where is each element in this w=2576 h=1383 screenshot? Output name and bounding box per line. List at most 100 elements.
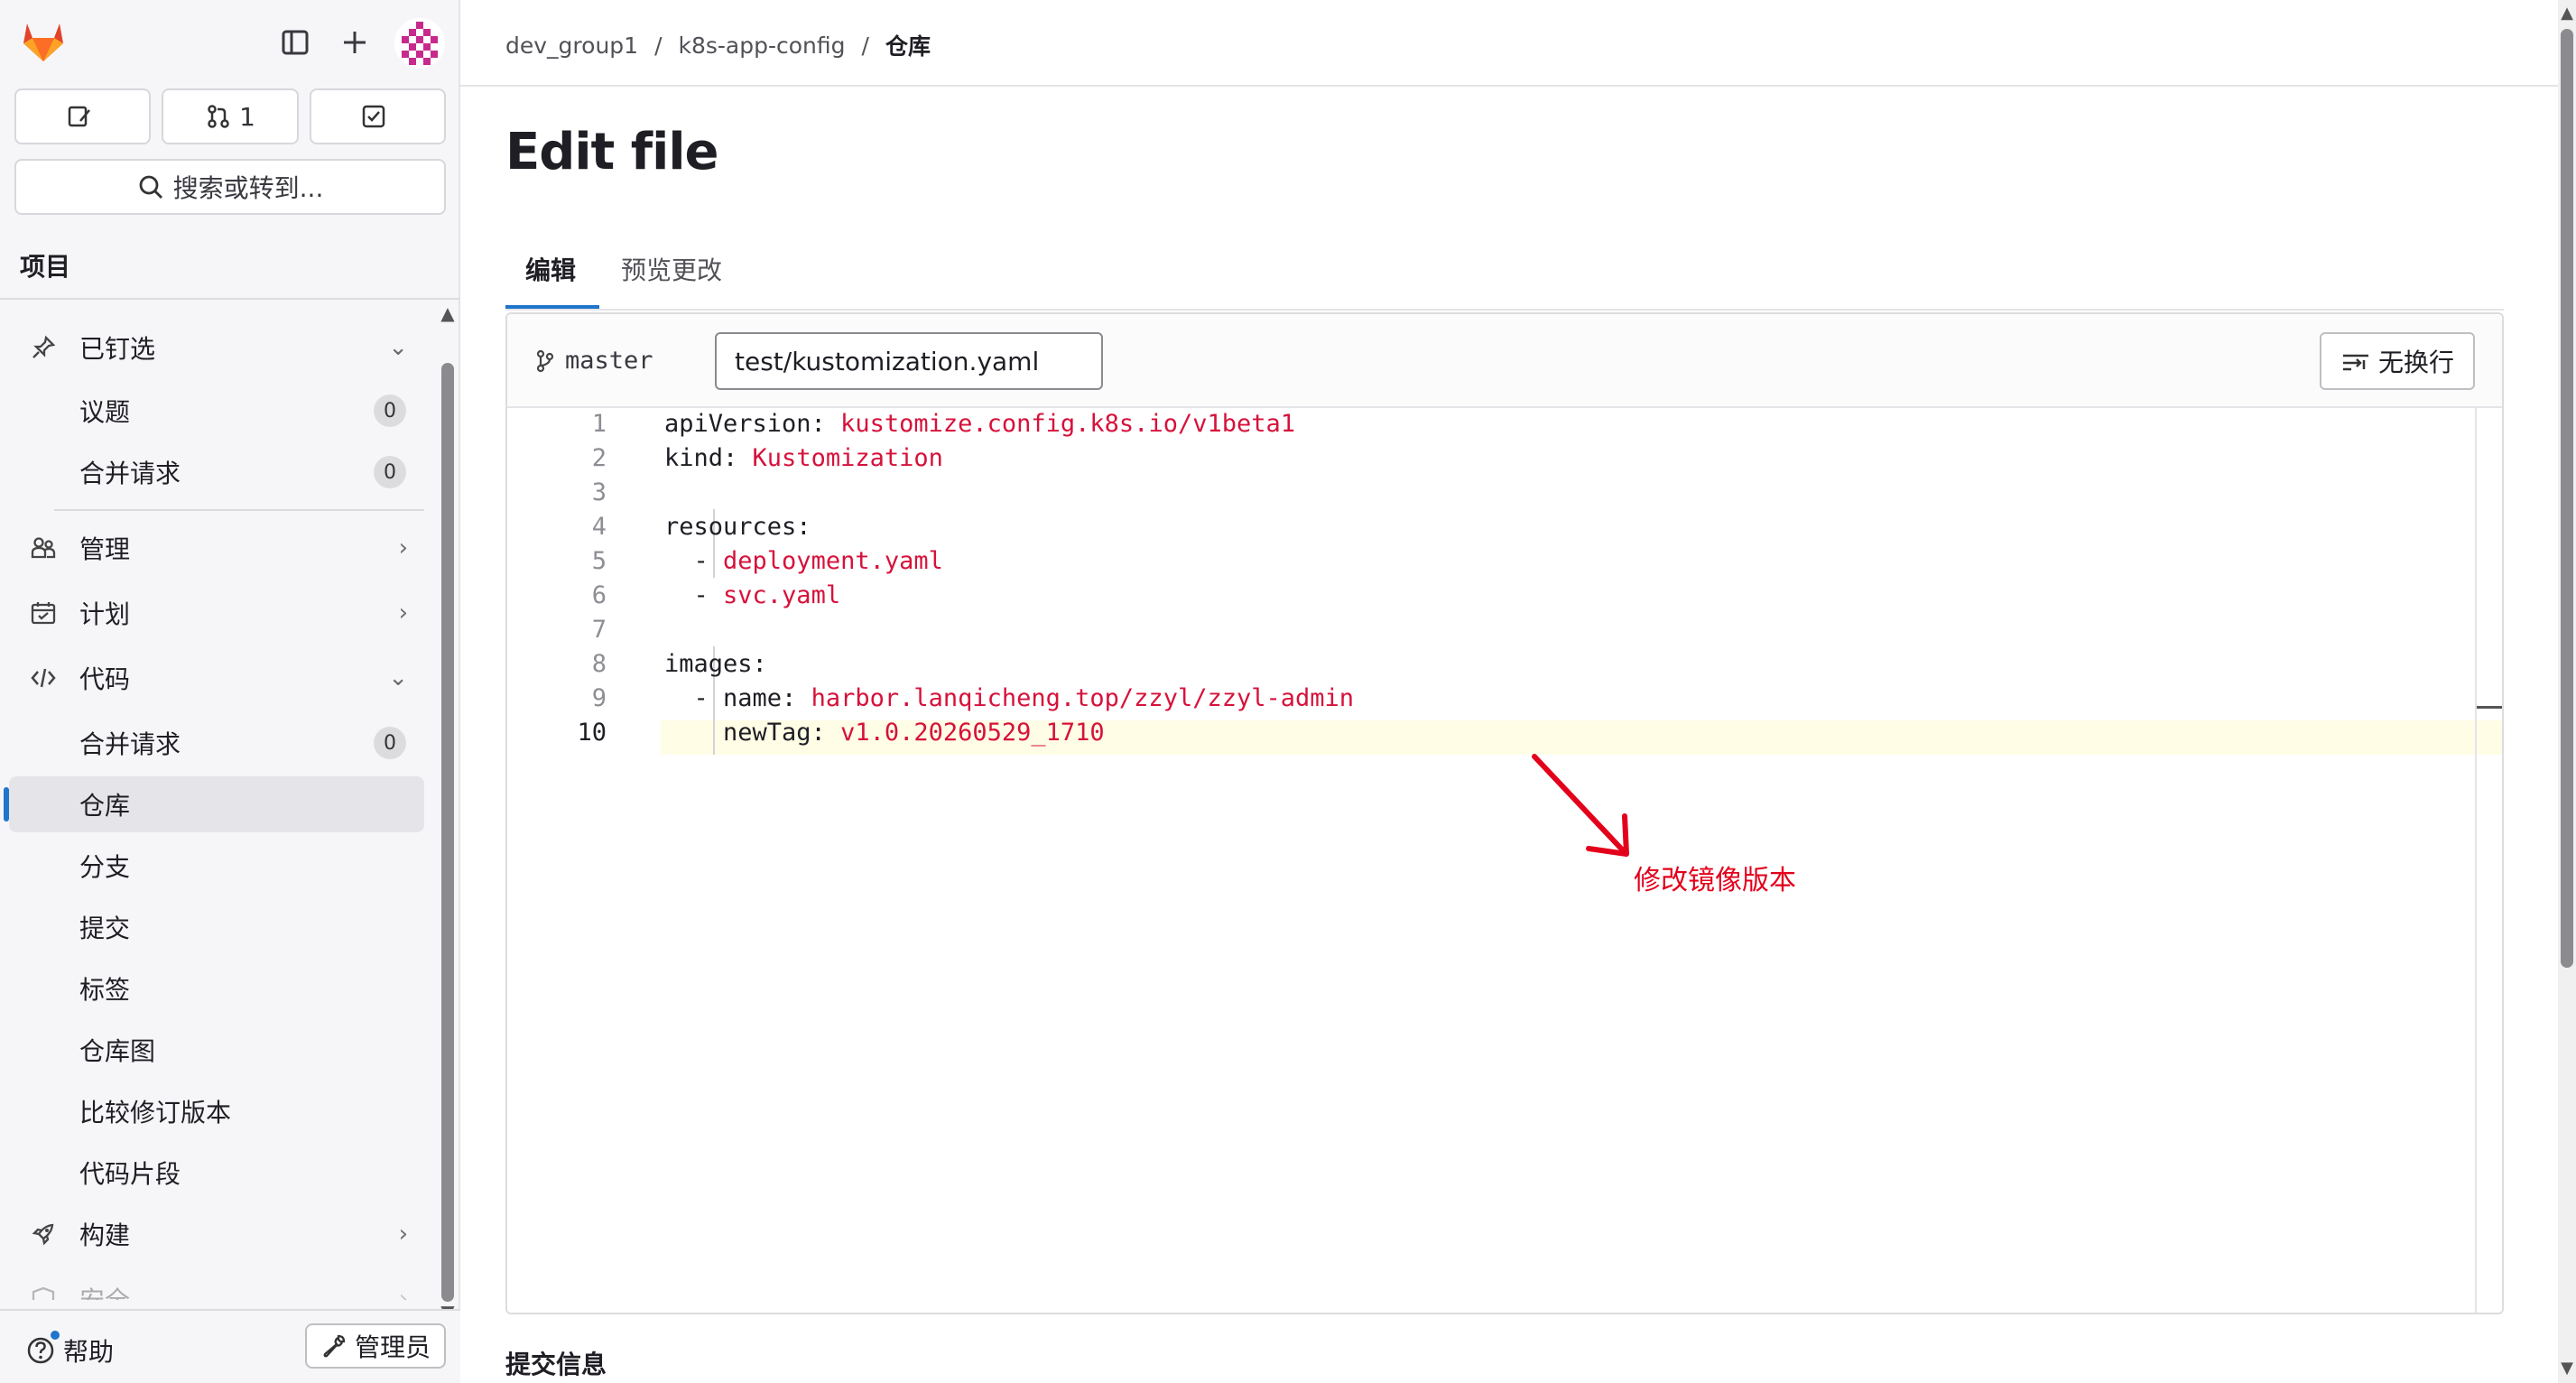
chevron-right-icon: › xyxy=(398,1286,408,1300)
commit-section-title: 提交信息 xyxy=(505,1350,607,1379)
yaml-key: - name: xyxy=(664,684,811,712)
line-number: 6 xyxy=(591,581,607,609)
line-number-current: 10 xyxy=(577,719,607,747)
merge-requests-shortcut-button[interactable]: 1 xyxy=(162,88,299,144)
line-number: 1 xyxy=(591,410,607,438)
header-divider xyxy=(460,85,2558,87)
page-scrollbar[interactable]: ▲ ▼ xyxy=(2558,0,2576,1383)
sidebar-item-label: 安全 xyxy=(79,1281,130,1300)
scroll-down-arrow-icon[interactable]: ▼ xyxy=(2558,1359,2576,1378)
chevron-right-icon: › xyxy=(398,534,408,562)
admin-button[interactable]: 管理员 xyxy=(305,1323,446,1369)
breadcrumb-current[interactable]: 仓库 xyxy=(885,29,931,61)
no-wrap-button[interactable]: 无换行 xyxy=(2320,332,2475,390)
sidebar-item-branches[interactable]: 分支 xyxy=(9,838,424,894)
sidebar-toggle-icon[interactable] xyxy=(274,22,316,63)
todos-shortcut-button[interactable] xyxy=(309,88,446,144)
issues-shortcut-button[interactable] xyxy=(14,88,152,144)
plus-icon[interactable] xyxy=(334,22,375,63)
help-button[interactable]: 帮助 xyxy=(25,1331,114,1369)
sidebar-item-merge-requests[interactable]: 合并请求 0 xyxy=(9,715,424,771)
scroll-up-arrow-icon[interactable]: ▲ xyxy=(439,303,457,323)
code-line: - deployment.yaml xyxy=(664,547,943,575)
line-number: 8 xyxy=(591,650,607,678)
shield-icon xyxy=(20,1271,67,1300)
yaml-key: apiVersion: xyxy=(664,410,841,438)
line-number: 3 xyxy=(591,478,607,506)
count-badge: 0 xyxy=(374,394,406,427)
search-icon xyxy=(139,175,162,199)
no-wrap-label: 无换行 xyxy=(2377,348,2454,377)
user-avatar[interactable] xyxy=(394,18,445,69)
sidebar-item-manage[interactable]: 管理 › xyxy=(9,520,424,576)
sidebar-footer: 帮助 管理员 xyxy=(0,1309,460,1383)
sidebar-item-build[interactable]: 构建 › xyxy=(9,1206,424,1262)
sidebar-item-issues[interactable]: 议题 0 xyxy=(9,383,424,439)
gitlab-logo-icon[interactable] xyxy=(18,16,69,67)
yaml-value: harbor.lanqicheng.top/zzyl/zzyl-admin xyxy=(811,684,1355,712)
yaml-value: Kustomization xyxy=(752,444,943,472)
scroll-up-arrow-icon[interactable]: ▲ xyxy=(2558,4,2576,23)
breadcrumb-group-link[interactable]: dev_group1 xyxy=(505,32,638,59)
editor-toolbar: master test/kustomization.yaml 无换行 xyxy=(507,314,2502,408)
merge-requests-count: 1 xyxy=(239,101,255,132)
line-number: 7 xyxy=(591,616,607,644)
yaml-value: svc.yaml xyxy=(723,581,841,609)
editor-scrollbar[interactable] xyxy=(2475,408,2502,1313)
branch-name: master xyxy=(565,347,653,375)
wrap-toggle-icon xyxy=(2342,354,2368,371)
sidebar-item-tags[interactable]: 标签 xyxy=(9,961,424,1016)
sidebar-item-merge-requests-pinned[interactable]: 合并请求 0 xyxy=(9,444,424,500)
file-editor: master test/kustomization.yaml 无换行 1 2 3… xyxy=(505,312,2504,1314)
file-path-input[interactable]: test/kustomization.yaml xyxy=(715,332,1103,390)
chevron-right-icon: › xyxy=(398,599,408,627)
sidebar-item-label: 比较修订版本 xyxy=(79,1098,232,1128)
yaml-key: resources: xyxy=(664,513,811,541)
wrench-icon xyxy=(323,1334,346,1358)
sidebar-item-code[interactable]: 代码 ⌄ xyxy=(9,650,424,706)
rocket-icon xyxy=(20,1206,67,1262)
page-scroll-thumb[interactable] xyxy=(2561,29,2573,968)
code-line: apiVersion: kustomize.config.k8s.io/v1be… xyxy=(664,410,1295,438)
sidebar-item-label: 合并请求 xyxy=(79,729,181,759)
sidebar-item-label: 标签 xyxy=(79,975,131,1005)
code-editor[interactable]: 1 2 3 4 5 6 7 8 9 10 apiVersion: kustomi… xyxy=(507,408,2502,1313)
yaml-value: v1.0.20260529_1710 xyxy=(840,719,1105,747)
sidebar-item-compare[interactable]: 比较修订版本 xyxy=(9,1083,424,1139)
sidebar-item-label: 计划 xyxy=(79,599,131,629)
sidebar-item-pinned[interactable]: 已钉选 ⌄ xyxy=(9,320,424,376)
chevron-down-icon: ⌄ xyxy=(388,334,408,361)
sidebar-header xyxy=(0,0,460,86)
yaml-key: newTag: xyxy=(664,719,841,747)
scroll-thumb[interactable] xyxy=(441,363,454,1302)
notification-dot xyxy=(51,1331,60,1340)
line-number-gutter: 1 2 3 4 5 6 7 8 9 10 xyxy=(507,408,661,1313)
count-badge: 0 xyxy=(374,727,406,759)
sidebar-item-secure[interactable]: 安全 › xyxy=(9,1271,424,1300)
tab-preview[interactable]: 预览更改 xyxy=(621,251,722,287)
calendar-icon xyxy=(20,585,67,641)
breadcrumb-project-link[interactable]: k8s-app-config xyxy=(679,32,846,59)
sidebar-item-commits[interactable]: 提交 xyxy=(9,899,424,955)
tab-edit[interactable]: 编辑 xyxy=(525,251,576,287)
sidebar-item-repository-graph[interactable]: 仓库图 xyxy=(9,1022,424,1078)
breadcrumb: dev_group1 / k8s-app-config / 仓库 xyxy=(505,29,931,61)
sidebar-item-label: 仓库 xyxy=(79,791,131,821)
yaml-key: - xyxy=(664,547,724,575)
search-button[interactable]: 搜索或转到... xyxy=(14,159,446,215)
sidebar-item-repository[interactable]: 仓库 xyxy=(4,776,424,832)
yaml-key: - xyxy=(664,581,724,609)
sidebar-scrollbar[interactable]: ▲ ▼ xyxy=(439,303,457,1322)
sidebar-item-label: 已钉选 xyxy=(79,334,156,364)
sidebar-item-label: 代码片段 xyxy=(79,1159,181,1189)
line-number: 9 xyxy=(591,684,607,712)
code-line-current: newTag: v1.0.20260529_1710 xyxy=(664,719,1105,747)
sidebar-item-snippets[interactable]: 代码片段 xyxy=(9,1145,424,1201)
chevron-down-icon: ⌄ xyxy=(388,664,408,692)
breadcrumb-separator: / xyxy=(861,32,869,59)
annotation-label: 修改镜像版本 xyxy=(1634,865,1796,896)
code-line: kind: Kustomization xyxy=(664,444,943,472)
sidebar-item-plan[interactable]: 计划 › xyxy=(9,585,424,641)
help-icon xyxy=(27,1337,54,1364)
line-number: 4 xyxy=(591,513,607,541)
